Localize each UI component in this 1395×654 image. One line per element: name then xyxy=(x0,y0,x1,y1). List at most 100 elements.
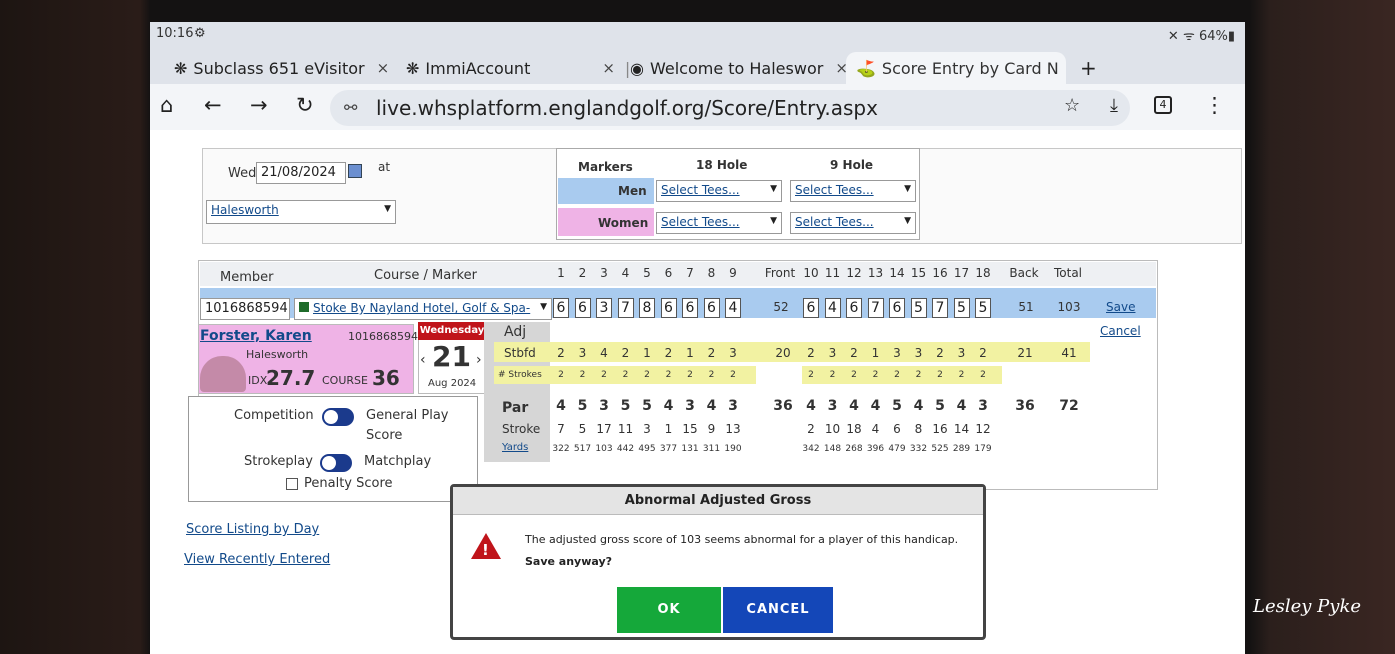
score-listing-link[interactable]: Score Listing by Day xyxy=(186,522,319,537)
stroke-value: 17 xyxy=(596,422,612,436)
score-input[interactable]: 6 xyxy=(574,298,591,318)
chevron-down-icon: ▼ xyxy=(904,216,911,226)
forward-icon[interactable]: → xyxy=(250,93,268,117)
strokes-label: # Strokes xyxy=(498,370,542,380)
site-settings-icon[interactable]: ⚯ xyxy=(344,90,357,126)
address-bar[interactable]: ⚯ live.whsplatform.englandgolf.org/Score… xyxy=(330,90,1130,126)
score-input[interactable]: 8 xyxy=(639,298,655,318)
cancel-link[interactable]: Cancel xyxy=(1100,324,1141,338)
par-value: 5 xyxy=(577,398,588,414)
at-label: at xyxy=(378,160,391,174)
hole-number: 6 xyxy=(664,266,673,280)
hole9-header: 9 Hole xyxy=(830,158,874,172)
score-input[interactable]: 6 xyxy=(660,298,677,318)
player-name-link[interactable]: Forster, Karen xyxy=(200,328,312,344)
chevron-down-icon: ▼ xyxy=(384,204,391,214)
yards-link[interactable]: Yards xyxy=(502,442,528,453)
yards-value: 396 xyxy=(866,444,885,454)
save-link[interactable]: Save xyxy=(1106,300,1135,314)
stbfd-front-total: 20 xyxy=(775,346,791,360)
par-value: 4 xyxy=(806,398,816,414)
stroke-value: 4 xyxy=(871,422,880,436)
close-icon[interactable]: × xyxy=(602,59,615,77)
prev-day-icon[interactable]: ‹ xyxy=(420,352,426,368)
member-id-input[interactable]: 1016868594 xyxy=(200,298,290,320)
yards-value: 322 xyxy=(552,444,570,454)
par-value: 3 xyxy=(728,398,738,414)
markers-header: Markers xyxy=(578,160,633,174)
chevron-down-icon: ▼ xyxy=(540,302,547,312)
strokes-value: 2 xyxy=(894,370,900,380)
tab-count-button[interactable]: 4 xyxy=(1154,96,1172,114)
women-18-tees-select[interactable]: Select Tees... ▼ xyxy=(656,212,782,234)
stroke-value: 16 xyxy=(932,422,948,436)
yards-value: 377 xyxy=(659,444,678,454)
hole-number: 15 xyxy=(910,266,927,280)
hole-number: 16 xyxy=(932,266,948,280)
back-header: Back xyxy=(1009,266,1039,280)
stbfd-value: 2 xyxy=(850,346,858,360)
date-input[interactable]: 21/08/2024 xyxy=(256,162,346,184)
tab-immiaccount[interactable]: ❋ ImmiAccount × | xyxy=(396,52,636,84)
score-input[interactable]: 6 xyxy=(682,298,698,318)
penalty-checkbox[interactable] xyxy=(286,478,298,490)
score-input[interactable]: 5 xyxy=(953,298,970,318)
cancel-button[interactable]: CANCEL xyxy=(723,587,833,633)
score-input[interactable]: 3 xyxy=(596,298,612,318)
menu-kebab-icon[interactable]: ⋮ xyxy=(1204,93,1225,117)
strokeplay-toggle[interactable] xyxy=(320,454,352,472)
score-input[interactable]: 7 xyxy=(932,298,948,318)
hole-number: 8 xyxy=(707,266,716,280)
club-select[interactable]: Halesworth ▼ xyxy=(206,200,396,224)
tab-halesworth[interactable]: ◉ Welcome to Haleswor × xyxy=(620,52,848,84)
score-input[interactable]: 6 xyxy=(803,298,819,318)
matchplay-label: Matchplay xyxy=(364,454,432,469)
score-input[interactable]: 7 xyxy=(617,298,634,318)
score-input[interactable]: 4 xyxy=(824,298,841,318)
score-input[interactable]: 5 xyxy=(910,298,927,318)
men-9-tees-select[interactable]: Select Tees... ▼ xyxy=(790,180,916,202)
ok-button[interactable]: OK xyxy=(617,587,721,633)
score-input[interactable]: 7 xyxy=(867,298,884,318)
hole-number: 4 xyxy=(621,266,630,280)
stroke-label: Stroke xyxy=(502,422,541,436)
site-icon: ❋ xyxy=(174,58,188,78)
back-icon[interactable]: ← xyxy=(204,93,222,117)
tab-score-entry[interactable]: ⛳ Score Entry by Card N × xyxy=(846,52,1066,84)
yards-value: 311 xyxy=(702,444,721,454)
par-value: 4 xyxy=(849,398,859,414)
par-value: 4 xyxy=(556,398,566,414)
stbfd-value: 1 xyxy=(686,346,694,360)
women-9-tees-select[interactable]: Select Tees... ▼ xyxy=(790,212,916,234)
score-input[interactable]: 6 xyxy=(846,298,862,318)
score-input[interactable]: 4 xyxy=(725,298,741,318)
strokes-value: 2 xyxy=(579,370,586,380)
score-input[interactable]: 5 xyxy=(975,298,991,318)
close-icon[interactable]: × xyxy=(377,59,390,77)
bookmark-star-icon[interactable]: ☆ xyxy=(1064,95,1080,116)
tablet-screen: 10:16 ⚙ ✕ ᯤ 64%▮ ❋ Subclass 651 eVisitor… xyxy=(150,22,1245,654)
strokes-value: 2 xyxy=(601,370,607,380)
calendar-icon[interactable] xyxy=(348,164,362,178)
score-input[interactable]: 6 xyxy=(553,298,569,318)
tab-evisitor[interactable]: ❋ Subclass 651 eVisitor × | xyxy=(164,52,394,84)
recent-link[interactable]: View Recently Entered xyxy=(184,552,330,567)
competition-toggle[interactable] xyxy=(322,408,354,426)
home-icon[interactable]: ⌂ xyxy=(160,93,173,117)
reload-icon[interactable]: ↻ xyxy=(296,93,314,117)
men-18-tees-select[interactable]: Select Tees... ▼ xyxy=(656,180,782,202)
score-input[interactable]: 6 xyxy=(889,298,905,318)
next-day-icon[interactable]: › xyxy=(476,352,482,368)
course-select[interactable]: Stoke By Nayland Hotel, Golf & Spa- ▼ xyxy=(294,298,552,320)
score-input[interactable]: 6 xyxy=(703,298,720,318)
yards-value: 148 xyxy=(823,444,842,454)
par-total: 72 xyxy=(1059,398,1079,414)
tab-label: Welcome to Haleswor xyxy=(649,58,824,78)
yards-value: 179 xyxy=(974,444,992,454)
new-tab-button[interactable]: + xyxy=(1070,52,1100,84)
stbfd-value: 2 xyxy=(621,346,630,360)
site-icon: ❋ xyxy=(406,58,420,78)
download-icon[interactable]: ⤓ xyxy=(1110,95,1118,116)
chevron-down-icon: ▼ xyxy=(770,216,777,226)
strokes-value: 2 xyxy=(958,370,965,380)
